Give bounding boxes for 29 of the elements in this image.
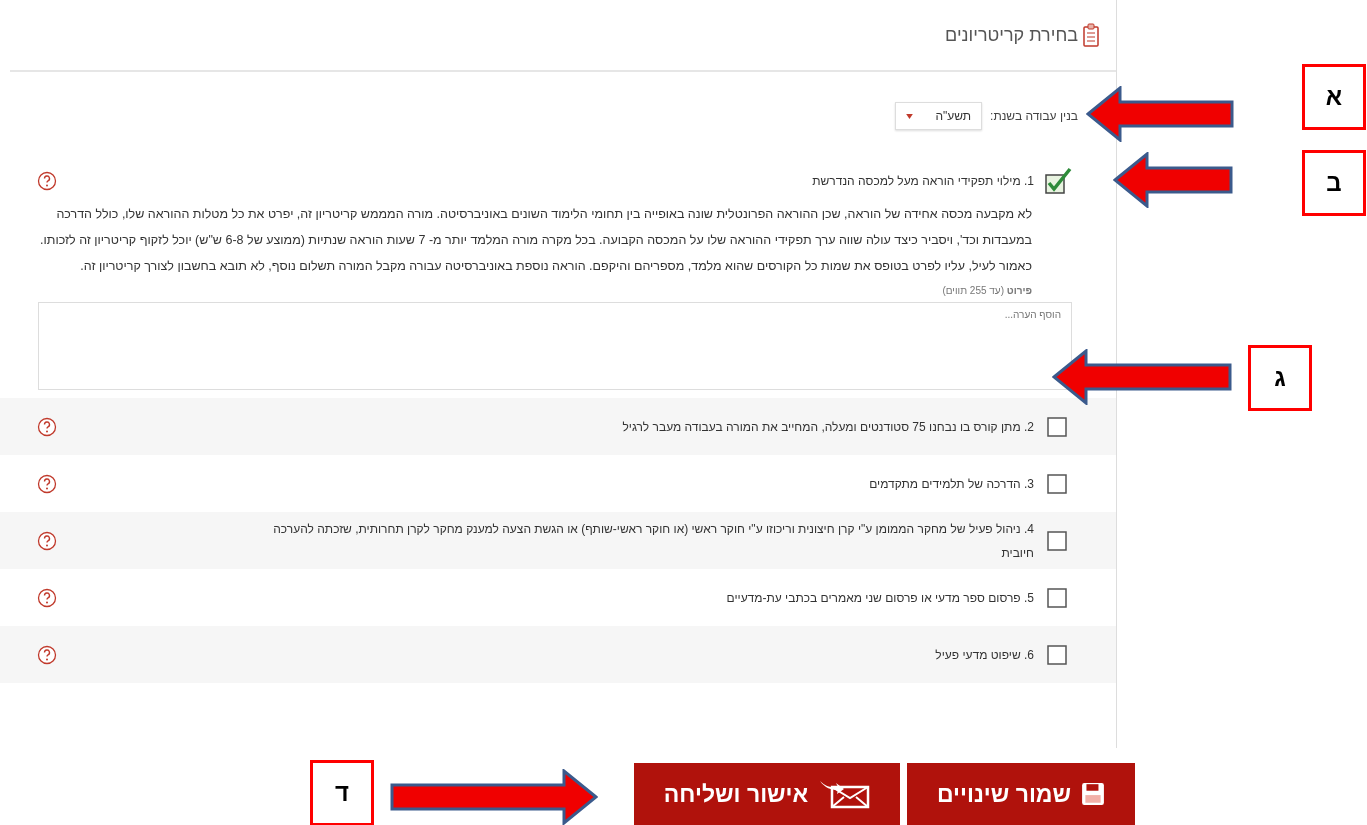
annotation-label: א (1302, 64, 1366, 130)
help-icon[interactable] (37, 170, 57, 191)
detail-field[interactable]: הוסף הערה... (38, 302, 1072, 390)
annotation-label: ג (1248, 345, 1312, 411)
panel-title: בחירת קריטריונים (945, 24, 1078, 46)
submit-button[interactable]: אישור ושליחה (634, 763, 900, 825)
save-button[interactable]: שמור שינויים (907, 763, 1135, 825)
caret-icon (906, 113, 914, 119)
checkbox[interactable] (1044, 166, 1072, 195)
criterion-label: 1. מילוי תפקידי הוראה מעל למכסה הנדרשת (812, 172, 1034, 190)
annotation-label: ד (310, 760, 374, 825)
year-dropdown[interactable]: תשע"ה (895, 102, 983, 130)
criterion-label: 2. מתן קורס בו נבחנו 75 סטודנטים ומעלה, המחייב את המורה בעבודה מעבר לרגיל (622, 418, 1034, 436)
help-icon[interactable] (37, 587, 57, 608)
help-icon[interactable] (37, 416, 57, 437)
envelope-icon (818, 779, 871, 809)
floppy-icon (1081, 782, 1106, 806)
criterion-description: לא מקבעה מכסה אחידה של הוראה, שכן ההוראה הפרונטלית שונה באופייה בין תחומי הלימוד השונים באוניברסיטה. מורה המממש קריטריון זה, יפרט את כל מטלות ההוראה שלו, כולל הדרכה במעבדות וכד', ויסביר כיצד עולה שווה ערך תפקידי ההוראה שלו על המכסה הקבועה. בכל מקרה מורה המלמד יותר מ- 7 שעות הוראה שנתיות (ממוצע של 6-8 ש"ש) יוכל לזקוף קריטריון זה לזכותו. כאמור לעיל, עליו לפרט בטופס את שמות כל הקורסים שהוא מלמד, מספריהם והיקפם. הוראה נוספת באוניברסיטה עבורה מקבל המורה תשלום נוסף, לא תובא בחשבון לצורך קריטריון זה. (39, 206, 1032, 275)
criterion-label: 4. ניהול פעיל של מחקר הממומן ע"י קרן חיצונית וריכוזו ע"י חוקר ראשי (או חוקר ראשי-שותף) או הגשת הצעה למענק מחקר לקרן תחרותית, שזכתה להערכה חיובית (272, 520, 1034, 562)
annotation-label: ב (1302, 150, 1366, 216)
help-icon[interactable] (37, 530, 57, 551)
help-icon[interactable] (37, 473, 57, 494)
year-label: בנין עבודה בשנת: (990, 109, 1078, 123)
detail-label: פירוט (עד 255 תווים) (941, 285, 1032, 296)
criterion-label: 5. פרסום ספר מדעי או פרסום שני מאמרים בכתבי עת-מדעיים (726, 589, 1034, 607)
clipboard-icon (1082, 23, 1100, 47)
criterion-label: 6. שיפוט מדעי פעיל (935, 646, 1034, 664)
help-icon[interactable] (37, 644, 57, 665)
criterion-label: 3. הדרכה של תלמידים מתקדמים (869, 475, 1034, 493)
